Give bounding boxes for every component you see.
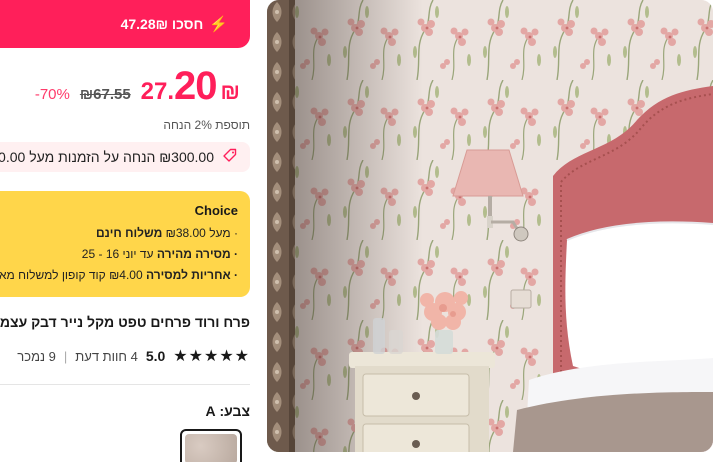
choice-fast-delivery: · מסירה מהירה עד יוני 16 - 25 xyxy=(0,247,238,261)
choice-title: Choice xyxy=(194,203,238,218)
choice-line3-bold: · אחריות למסירה xyxy=(145,268,238,282)
choice-line2-suffix: עד יוני 16 - 25 xyxy=(81,247,154,261)
price-integer: 20 xyxy=(174,64,217,108)
divider xyxy=(0,384,250,385)
rating-row[interactable]: ★★★★★ 5.0 4 חוות דעת | 9 נמכר xyxy=(17,346,250,366)
swatch-thumbnail xyxy=(185,434,237,462)
choice-delivery-guarantee: · אחריות למסירה ₪4.00 קוד קופון למשלוח מ… xyxy=(0,268,238,282)
color-label: צבע: A xyxy=(205,403,250,419)
bedroom-wallpaper-illustration xyxy=(267,0,713,452)
savings-banner: ⚡ חסכו ‏47.28₪ xyxy=(0,0,250,48)
current-price: ₪ 20 .27 xyxy=(141,64,240,109)
discount-percent: 70%- xyxy=(34,86,70,103)
product-title: פרח ורוד פרחים טפט מקל נייר דבק עצמי xyxy=(0,314,250,330)
price-row: ₪ 20 .27 ₪67.55 70%- xyxy=(35,64,240,109)
tag-icon xyxy=(222,148,238,167)
rating-score: 5.0 xyxy=(145,348,166,364)
coupon-offer[interactable]: ₪300.00 הנחה על הזמנות מעל ₪300.00 xyxy=(0,142,250,172)
choice-line2-bold: · מסירה מהירה xyxy=(156,247,238,261)
choice-free-shipping: · מעל ₪38.00 משלוח חינם xyxy=(0,226,238,240)
color-swatch-a[interactable] xyxy=(180,429,242,462)
nightstand xyxy=(349,352,495,452)
choice-line1-prefix: · מעל ₪38.00 xyxy=(165,226,238,240)
price-currency: ₪ xyxy=(220,79,240,104)
product-main-image[interactable] xyxy=(267,0,713,452)
savings-text: חסכו ‏47.28₪ xyxy=(120,16,204,32)
original-price: ₪67.55 xyxy=(79,86,131,103)
coupon-text: ₪300.00 הנחה על הזמנות מעל ₪300.00 xyxy=(0,149,214,165)
rating-separator: | xyxy=(63,348,68,364)
choice-box[interactable]: Choice · מעל ₪38.00 משלוח חינם · מסירה מ… xyxy=(0,191,250,297)
extra-discount: תוספת 2% הנחה xyxy=(163,118,250,132)
rating-stars-icon: ★★★★★ xyxy=(173,348,250,365)
choice-line1-bold: משלוח חינם xyxy=(95,226,163,240)
product-info-panel: ⚡ חסכו ‏47.28₪ ₪ 20 .27 ₪67.55 70%- תוספ… xyxy=(0,0,258,462)
price-decimal: .27 xyxy=(140,78,175,105)
review-count[interactable]: 4 חוות דעת xyxy=(75,349,138,364)
sold-count: 9 נמכר xyxy=(17,348,56,364)
lightning-icon: ⚡ xyxy=(209,16,228,33)
choice-line3-suffix: ₪4.00 קוד קופון למשלוח מאוחר xyxy=(0,268,143,282)
